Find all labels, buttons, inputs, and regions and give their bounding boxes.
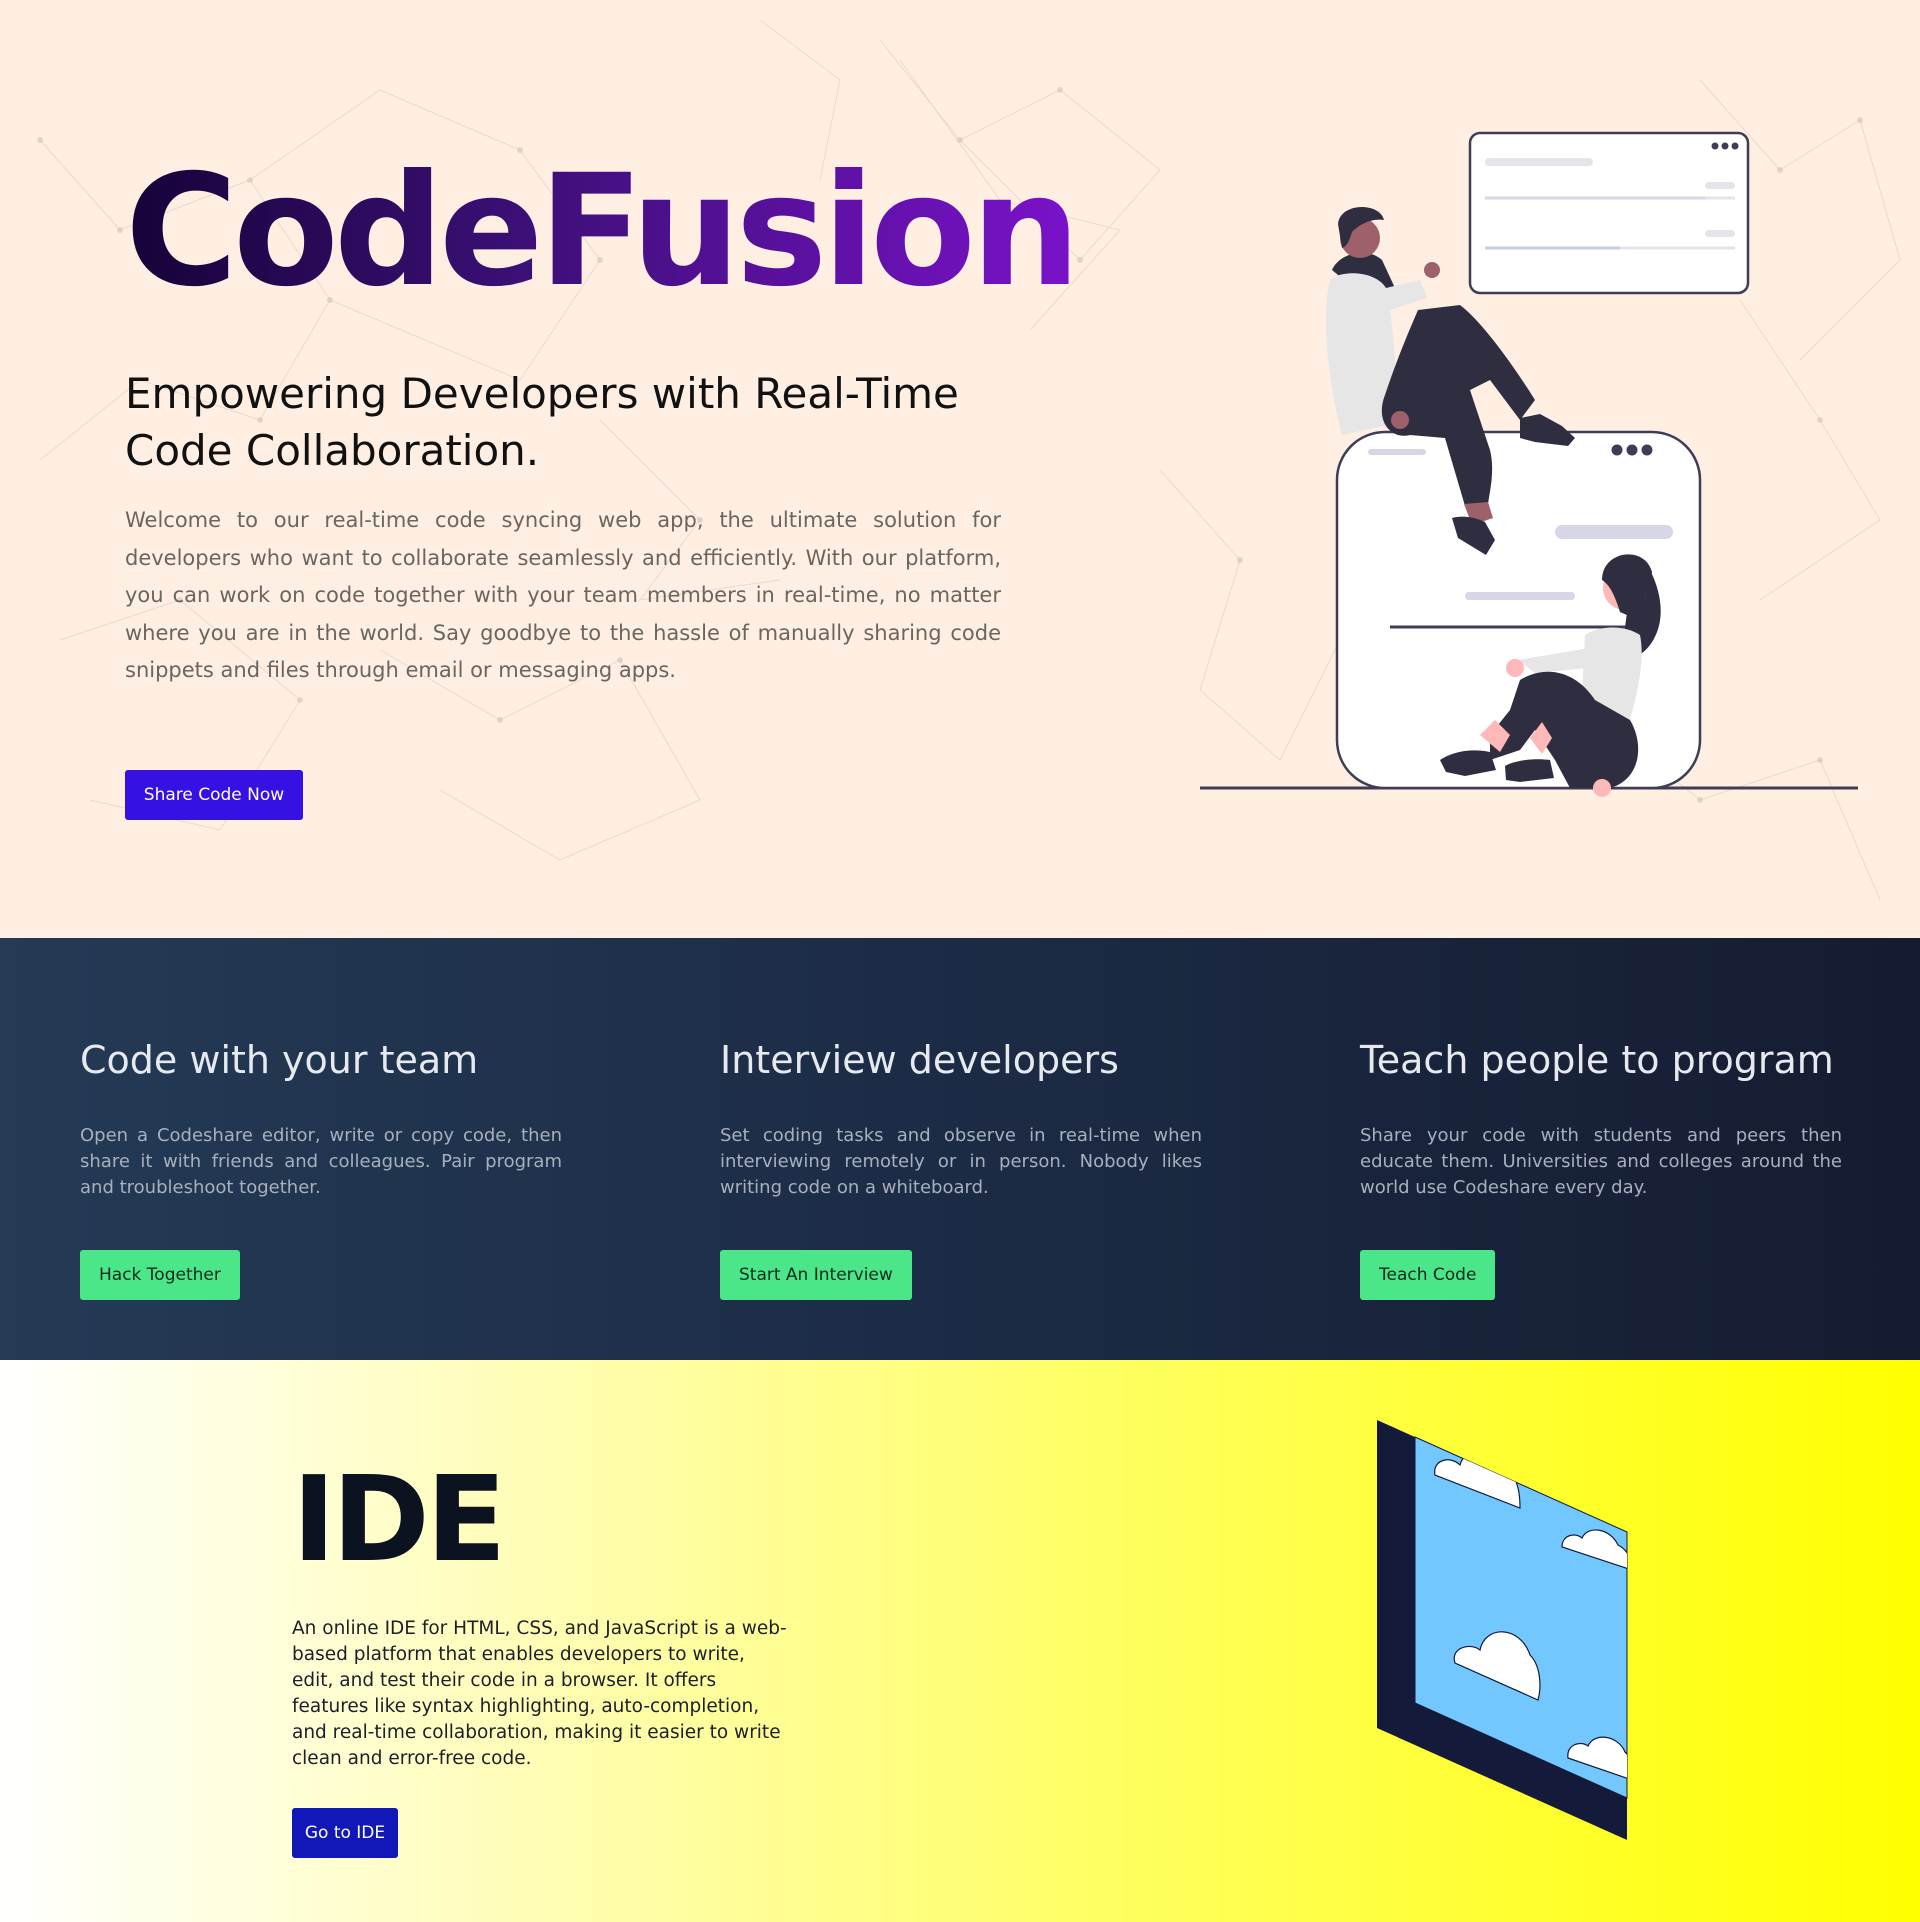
go-to-ide-button[interactable]: Go to IDE (292, 1808, 398, 1858)
share-code-button[interactable]: Share Code Now (125, 770, 303, 820)
ide-section: IDE An online IDE for HTML, CSS, and Jav… (0, 1360, 1920, 1922)
window-with-clouds-illustration (1377, 1420, 1628, 1840)
hack-together-button[interactable]: Hack Together (80, 1250, 240, 1300)
ide-title: IDE (292, 1450, 506, 1588)
feature-title: Interview developers (720, 1038, 1119, 1082)
ide-description: An online IDE for HTML, CSS, and JavaScr… (292, 1618, 787, 1769)
floating-card (1468, 131, 1750, 295)
brand-title: CodeFusion (125, 142, 1081, 321)
hero-section: CodeFusion Empowering Developers with Re… (0, 0, 1920, 938)
feature-description: Set coding tasks and observe in real-tim… (720, 1125, 1202, 1198)
feature-title: Teach people to program (1360, 1038, 1834, 1082)
two-people-collaborating-illustration (1200, 131, 1858, 797)
feature-title: Code with your team (80, 1038, 479, 1082)
feature-description: Share your code with students and peers … (1360, 1125, 1842, 1198)
hero-subtitle: Empowering Developers with Real-Time Cod… (125, 369, 959, 475)
start-interview-button[interactable]: Start An Interview (720, 1250, 912, 1300)
feature-description: Open a Codeshare editor, write or copy c… (80, 1125, 562, 1198)
hero-description: Welcome to our real-time code syncing we… (125, 508, 1001, 682)
features-section: Code with your team Open a Codeshare edi… (0, 938, 1920, 1360)
teach-code-button[interactable]: Teach Code (1360, 1250, 1496, 1300)
